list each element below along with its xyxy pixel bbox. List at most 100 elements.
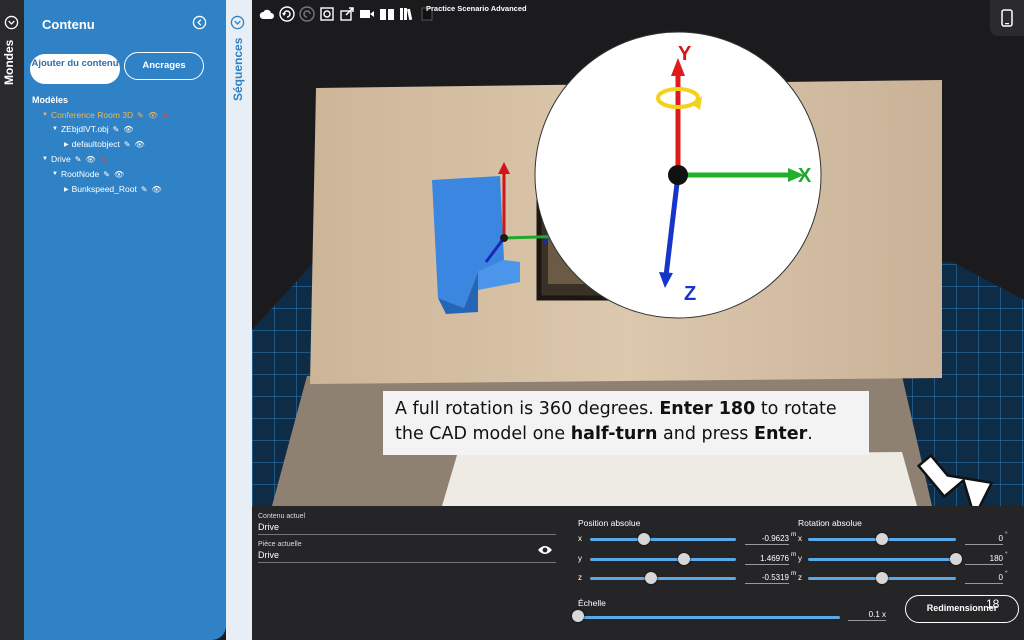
edit-icon[interactable]: ✎ xyxy=(103,170,110,179)
axis-y-label: Y xyxy=(678,43,692,65)
edit-icon[interactable]: ✎ xyxy=(124,140,131,149)
rotation-x-axis-label: x xyxy=(798,534,802,543)
rotation-y-slider-handle[interactable] xyxy=(950,553,962,565)
instruction-text: A full rotation is 360 degrees. xyxy=(395,399,660,419)
delete-icon[interactable]: ✕ xyxy=(100,155,107,164)
scale-slider[interactable] xyxy=(578,616,840,619)
rotation-x-input[interactable]: 0 xyxy=(965,534,1003,545)
tree-item-label[interactable]: ZEbjdlVT.obj xyxy=(61,124,109,134)
tree-item-drive[interactable]: ▼ Drive ✎ 👁 ✕ xyxy=(42,153,106,165)
3d-viewport[interactable]: Y X Z Practice Scenario Advanced A full … xyxy=(252,0,1024,506)
instruction-bold: Enter 180 xyxy=(659,399,756,419)
chevron-down-icon[interactable] xyxy=(4,15,19,30)
rotation-z-slider-handle[interactable] xyxy=(876,572,888,584)
worlds-rail[interactable]: Mondes xyxy=(0,0,24,640)
sequences-rail[interactable]: Séquences xyxy=(226,0,252,640)
eye-icon[interactable]: 👁 xyxy=(152,185,162,194)
scale-input[interactable]: 0.1 x xyxy=(848,610,886,621)
panel-title: Contenu xyxy=(42,17,95,32)
redo-icon[interactable] xyxy=(298,5,316,23)
current-part-field: Pièce actuelle Drive xyxy=(258,541,556,563)
position-y-input[interactable]: 1.46976 xyxy=(745,554,789,565)
eye-icon[interactable] xyxy=(537,544,553,556)
position-z-slider-handle[interactable] xyxy=(645,572,657,584)
collapsed-triangle-icon[interactable]: ▶ xyxy=(64,141,69,148)
expand-triangle-icon[interactable]: ▼ xyxy=(42,156,48,162)
rotation-y-unit: ° xyxy=(1005,551,1008,558)
rotation-z-input[interactable]: 0 xyxy=(965,573,1003,584)
undo-icon[interactable] xyxy=(278,5,296,23)
eye-icon[interactable]: 👁 xyxy=(86,155,96,164)
scale-label: Échelle xyxy=(578,598,606,608)
content-panel: Contenu Ajouter du contenu Ancrages Modè… xyxy=(24,0,226,640)
position-y-slider[interactable] xyxy=(590,558,736,561)
instruction-bold: half-turn xyxy=(570,424,658,444)
rotation-x-slider-handle[interactable] xyxy=(876,533,888,545)
eye-icon[interactable]: 👁 xyxy=(148,111,158,120)
sequences-label[interactable]: Séquences xyxy=(231,38,245,104)
edit-icon[interactable]: ✎ xyxy=(141,185,148,194)
expand-triangle-icon[interactable]: ▼ xyxy=(52,126,58,132)
tree-item-label[interactable]: RootNode xyxy=(61,169,99,179)
rotation-label: Rotation absolue xyxy=(798,518,862,528)
anchors-button[interactable]: Ancrages xyxy=(124,52,204,80)
expand-triangle-icon[interactable]: ▼ xyxy=(52,171,58,177)
floor-rug xyxy=(442,452,917,506)
position-label: Position absolue xyxy=(578,518,641,528)
instruction-text: . xyxy=(807,424,813,444)
delete-icon[interactable]: ✕ xyxy=(162,111,169,120)
rotation-axes-diagram: Y X Z xyxy=(534,31,822,319)
current-content-label: Contenu actuel xyxy=(258,513,306,520)
eye-icon[interactable]: 👁 xyxy=(123,125,133,134)
tree-item-label[interactable]: defaultobject xyxy=(72,139,120,149)
tree-item-obj[interactable]: ▼ ZEbjdlVT.obj ✎ 👁 xyxy=(52,123,134,135)
position-x-input[interactable]: -0.9623 xyxy=(745,534,789,545)
tree-item-bunkspeed-root[interactable]: ▶ Bunkspeed_Root ✎ 👁 xyxy=(64,183,162,195)
scenario-title: Practice Scenario Advanced xyxy=(426,4,527,13)
position-z-input[interactable]: -0.5319 xyxy=(745,573,789,584)
eye-icon[interactable]: 👁 xyxy=(135,140,145,149)
tree-item-defaultobject[interactable]: ▶ defaultobject ✎ 👁 xyxy=(64,138,145,150)
tree-item-label[interactable]: Conference Room 3D xyxy=(51,110,133,120)
instruction-bold: Enter xyxy=(754,424,808,444)
tree-item-conference-room[interactable]: ▼ Conference Room 3D ✎ 👁 ✕ xyxy=(42,109,169,121)
tree-item-label[interactable]: Bunkspeed_Root xyxy=(72,184,137,194)
resize-button[interactable]: Redimensionner xyxy=(905,595,1019,623)
scale-slider-handle[interactable] xyxy=(572,610,584,622)
rotation-z-axis-label: z xyxy=(798,573,802,582)
rotation-y-input[interactable]: 180 xyxy=(965,554,1003,565)
capture-icon[interactable] xyxy=(318,5,336,23)
device-view-button[interactable] xyxy=(990,0,1024,36)
video-icon[interactable] xyxy=(358,5,376,23)
phone-icon[interactable] xyxy=(1001,9,1013,27)
collapse-left-icon[interactable] xyxy=(192,15,207,30)
position-z-unit: m xyxy=(791,570,797,577)
add-content-button[interactable]: Ajouter du contenu xyxy=(30,54,120,84)
edit-icon[interactable]: ✎ xyxy=(137,111,144,120)
chevron-down-icon[interactable] xyxy=(230,15,245,30)
position-x-slider[interactable] xyxy=(590,538,736,541)
worlds-label[interactable]: Mondes xyxy=(2,40,16,90)
book-icon[interactable] xyxy=(378,5,396,23)
position-z-slider[interactable] xyxy=(590,577,736,580)
share-icon[interactable] xyxy=(338,5,356,23)
page-number: 18 xyxy=(986,597,1000,611)
library-icon[interactable] xyxy=(398,5,416,23)
edit-icon[interactable]: ✎ xyxy=(75,155,82,164)
tree-item-label[interactable]: Drive xyxy=(51,154,71,164)
edit-icon[interactable]: ✎ xyxy=(113,125,120,134)
collapsed-triangle-icon[interactable]: ▶ xyxy=(64,186,69,193)
position-y-slider-handle[interactable] xyxy=(678,553,690,565)
tree-item-rootnode[interactable]: ▼ RootNode ✎ 👁 xyxy=(52,168,124,180)
cloud-save-icon[interactable] xyxy=(258,5,276,23)
eye-icon[interactable]: 👁 xyxy=(114,170,124,179)
axis-z-label: Z xyxy=(684,283,696,305)
rotation-z-unit: ° xyxy=(1005,570,1008,577)
expand-triangle-icon[interactable]: ▼ xyxy=(42,112,48,118)
instruction-callout: A full rotation is 360 degrees. Enter 18… xyxy=(383,391,869,455)
models-heading: Modèles xyxy=(32,95,69,105)
position-y-axis-label: y xyxy=(578,554,582,563)
position-x-slider-handle[interactable] xyxy=(638,533,650,545)
position-z-axis-label: z xyxy=(578,573,582,582)
rotation-y-slider[interactable] xyxy=(808,558,956,561)
